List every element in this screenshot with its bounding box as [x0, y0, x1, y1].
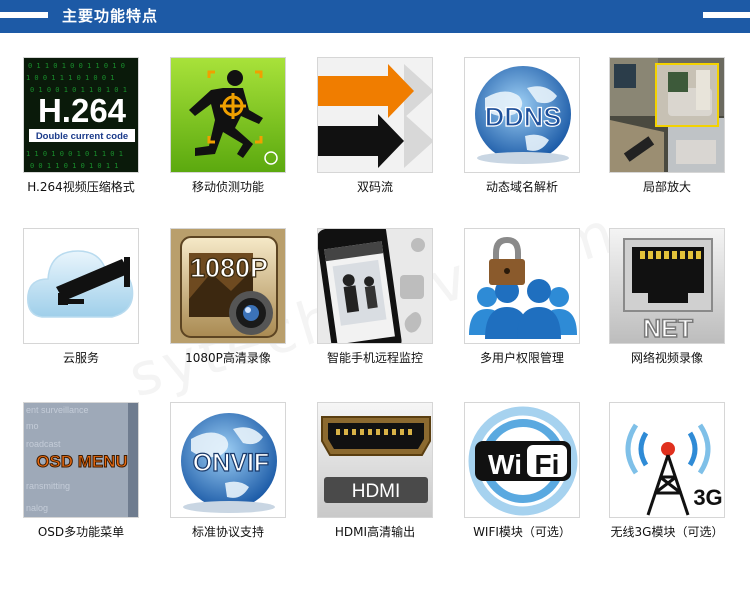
h264-text: H.264	[38, 92, 127, 129]
feature-label: 无线3G模块（可选）	[610, 525, 724, 539]
section-header: 主要功能特点	[0, 0, 750, 33]
header-stripe-left	[0, 12, 48, 18]
ddns-text: DDNS	[485, 102, 562, 132]
svg-text:0 1 1 0 1 0 0 1 1 0 1 0: 0 1 1 0 1 0 0 1 1 0 1 0	[28, 62, 125, 70]
svg-text:0 0 1 1 0 1 0 1 0 1 1: 0 0 1 1 0 1 0 1 0 1 1	[30, 162, 119, 170]
3g-text: 3G	[693, 485, 722, 510]
hdmi-text: HDMI	[352, 481, 401, 502]
net-text: NET	[643, 315, 693, 343]
svg-text:mo: mo	[26, 421, 39, 431]
ddns-globe-icon: DDNS	[464, 57, 580, 173]
zoom-room-icon	[609, 57, 725, 173]
feature-label: OSD多功能菜单	[37, 525, 125, 539]
osd-menu-icon: ent surveillance mo roadcast ransmitting…	[23, 402, 139, 518]
feature-label: 1080P高清录像	[185, 351, 271, 365]
svg-text:1 1 0 1 0 0 1 0 1 1 0 1: 1 1 0 1 0 0 1 0 1 1 0 1	[26, 150, 123, 158]
hd-1080p-icon: 1080P	[170, 228, 286, 344]
multi-user-lock-icon	[464, 228, 580, 344]
svg-text:1 0 0 1 1 1 0 1 0 0 1: 1 0 0 1 1 1 0 1 0 0 1	[26, 74, 115, 82]
svg-text:ransmitting: ransmitting	[26, 481, 70, 491]
feature-label: 移动侦测功能	[191, 180, 264, 194]
antenna-3g-icon: 3G	[609, 402, 725, 518]
feature-label: 动态域名解析	[485, 180, 558, 194]
feature-label: 智能手机远程监控	[326, 351, 423, 365]
wifi-text-right: Fi	[535, 449, 560, 480]
cloud-camera-icon	[23, 228, 139, 344]
onvif-text: ONVIF	[193, 449, 269, 477]
osd-text: OSD MENU	[36, 452, 128, 471]
hdmi-port-icon: HDMI	[317, 402, 433, 518]
header-stripe-right	[703, 12, 750, 18]
hd-1080p-text: 1080P	[190, 253, 268, 283]
feature-label: 局部放大	[642, 180, 691, 194]
wifi-icon: Wi Fi	[464, 402, 580, 518]
section-title: 主要功能特点	[62, 7, 159, 25]
svg-text:nalog: nalog	[26, 503, 48, 513]
h264-icon: 0 1 1 0 1 0 0 1 1 0 1 0 1 0 0 1 1 1 0 1 …	[23, 57, 139, 173]
onvif-globe-icon: ONVIF	[170, 402, 286, 518]
feature-label: 云服务	[62, 351, 99, 365]
network-port-icon: NET	[609, 228, 725, 344]
feature-label: 标准协议支持	[191, 525, 264, 539]
feature-label: WIFI模块（可选）	[473, 525, 571, 539]
svg-text:ent surveillance: ent surveillance	[26, 405, 89, 415]
feature-label: 多用户权限管理	[479, 351, 564, 365]
smartphone-icon	[317, 228, 433, 344]
dual-stream-arrows-icon	[317, 57, 433, 173]
running-man-icon	[170, 57, 286, 173]
h264-subtext: Double current code	[36, 131, 128, 142]
feature-label: HDMI高清输出	[334, 525, 416, 539]
feature-label: 双码流	[356, 180, 393, 194]
svg-text:roadcast: roadcast	[26, 439, 61, 449]
feature-label: 网络视频录像	[630, 351, 703, 365]
feature-label: H.264视频压缩格式	[27, 180, 135, 194]
wifi-text-left: Wi	[488, 449, 522, 480]
